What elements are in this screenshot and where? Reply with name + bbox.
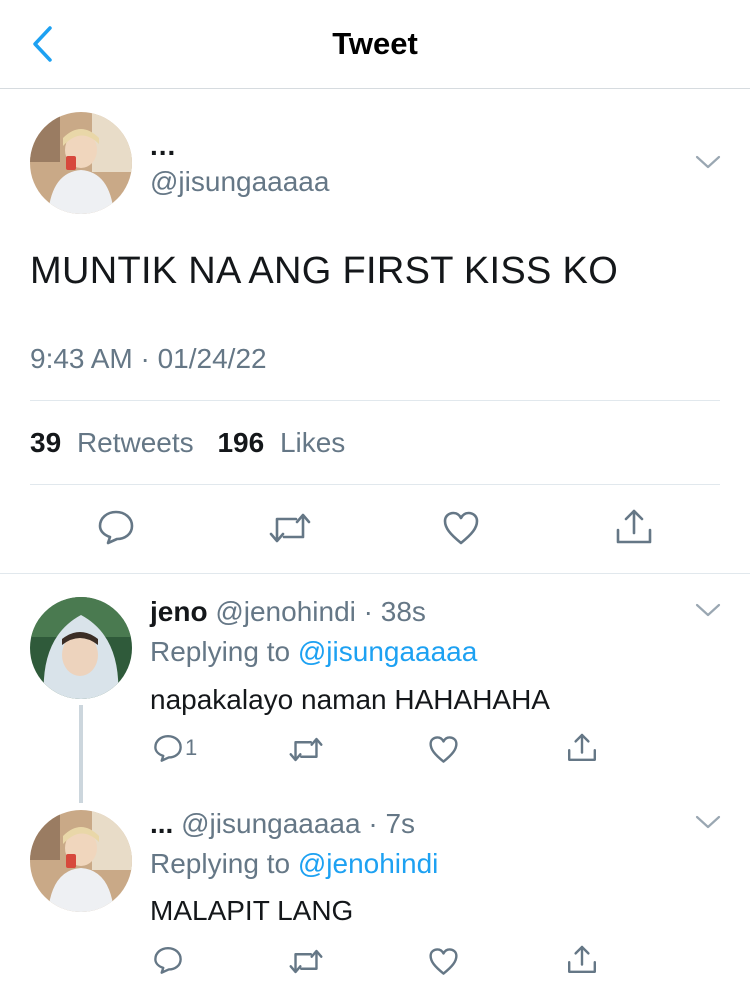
like-button[interactable] [442,510,480,546]
retweet-button[interactable] [288,947,324,976]
divider [30,484,720,485]
retweet-icon [289,737,323,762]
tweet-options-button[interactable] [693,152,723,172]
retweets-count: 39 [30,427,62,458]
retweets-stat[interactable]: 39 Retweets [30,427,202,458]
share-icon [568,945,596,973]
thread-connector [79,705,83,803]
avatar[interactable] [30,597,132,699]
retweet-icon [289,949,323,974]
replying-label: Replying to [150,848,291,879]
avatar[interactable] [30,810,132,912]
comment-icon [154,734,182,762]
tweet-stats: 39 Retweets 196 Likes [30,427,361,459]
retweet-button[interactable] [268,510,312,546]
reply-time: · 7s [368,808,416,839]
reply-time: · 38s [363,596,426,627]
reply-count: 1 [185,735,198,760]
comment-icon [154,946,182,974]
mention-link[interactable]: @jisungaaaaa [298,636,477,667]
chevron-down-icon [695,155,721,169]
avatar[interactable] [30,112,132,214]
author-display-name[interactable]: ... [150,130,176,162]
comment-icon [98,510,134,545]
page-title: Tweet [332,26,418,61]
tweet-detail-screen: Tweet ... @jisungaaaaa MUNTIK NA ANG FIR… [0,0,750,990]
tweet-text: MUNTIK NA ANG FIRST KISS KO [30,250,619,292]
retweet-icon [269,513,311,543]
reply-options-button[interactable] [693,600,723,620]
divider [30,400,720,401]
replying-to: Replying to @jenohindi [150,848,438,880]
likes-stat[interactable]: 196 Likes [217,427,353,458]
reply-button[interactable] [97,508,135,546]
reply-header: ... @jisungaaaaa · 7s [150,808,415,840]
share-button[interactable] [566,943,598,975]
share-button[interactable] [614,506,654,546]
like-button[interactable] [428,735,459,764]
share-icon [568,733,596,761]
reply-text: MALAPIT LANG [150,895,354,926]
mention-link[interactable]: @jenohindi [298,848,439,879]
tweet-timestamp: 9:43 AM · 01/24/22 [30,343,267,374]
author-handle[interactable]: @jisungaaaaa [150,166,329,198]
replying-label: Replying to [150,636,291,667]
share-button[interactable] [566,731,598,763]
heart-icon [429,736,458,763]
top-nav-bar: Tweet [0,0,750,89]
likes-label: Likes [279,427,346,458]
chevron-down-icon [695,603,721,617]
reply-author-name[interactable]: ... [150,808,173,839]
reply-options-button[interactable] [693,812,723,832]
likes-count: 196 [217,427,265,458]
reply-text: napakalayo naman HAHAHAHA [150,684,550,715]
reply-button[interactable] [153,945,185,975]
reply-author-name[interactable]: jeno [150,596,208,627]
retweet-button[interactable] [288,735,324,764]
retweets-label: Retweets [76,427,194,458]
chevron-down-icon [695,815,721,829]
replying-to: Replying to @jisungaaaaa [150,636,477,668]
reply-header: jeno @jenohindi · 38s [150,596,426,628]
heart-icon [443,511,479,545]
reply-button[interactable]: 1 [153,733,197,763]
divider [0,573,750,574]
heart-icon [429,948,458,975]
reply-author-handle[interactable]: @jisungaaaaa [181,808,360,839]
reply-author-handle[interactable]: @jenohindi [215,596,356,627]
like-button[interactable] [428,947,459,976]
share-icon [616,509,652,544]
